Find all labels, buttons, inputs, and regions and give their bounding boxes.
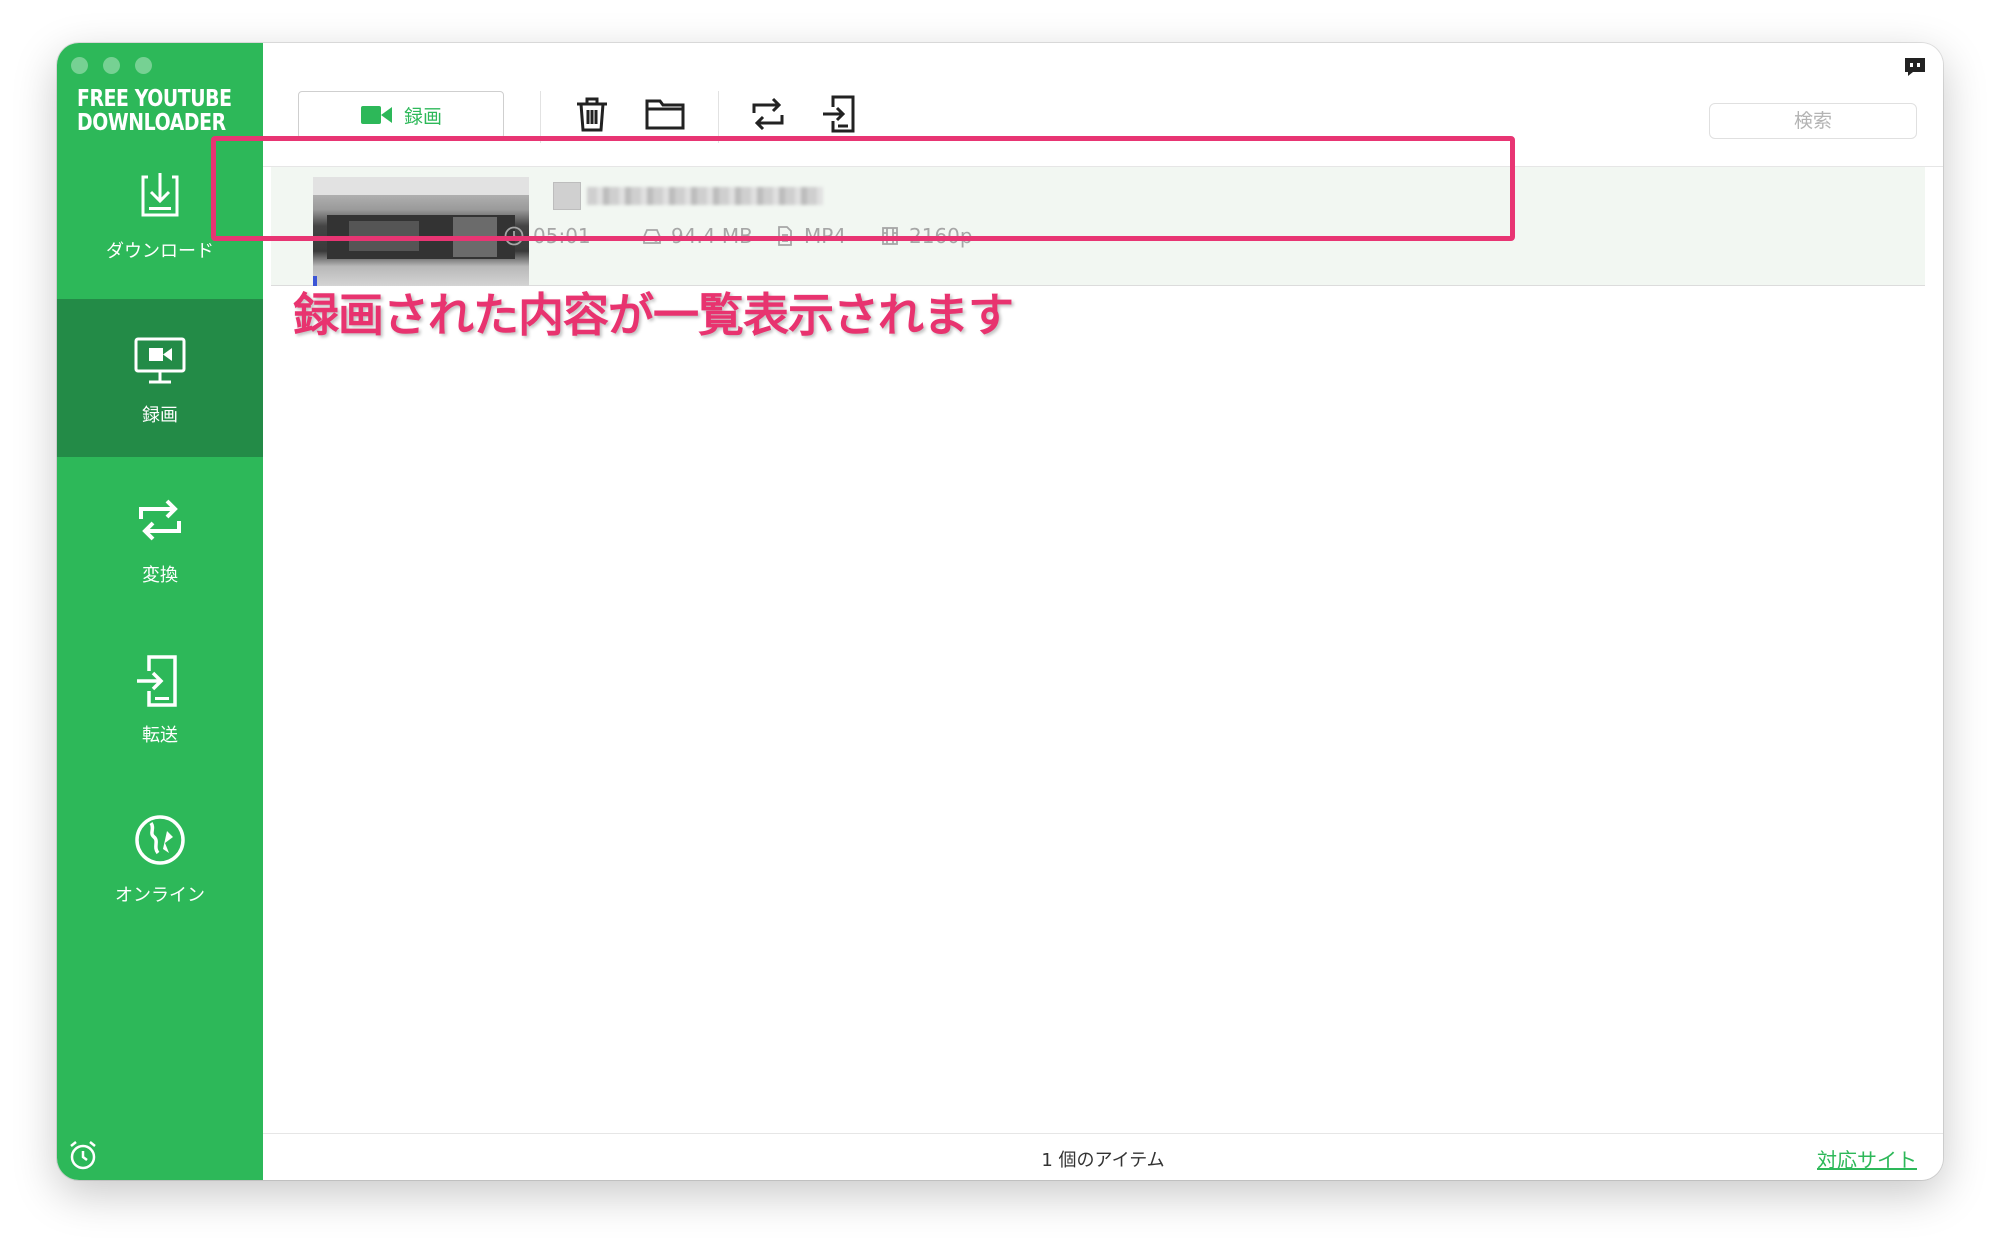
list-item[interactable]: 05:01 94.4 MB MP4 2160p [271,167,1925,286]
sidebar-item-convert[interactable]: 変換 [57,459,263,617]
film-icon [882,227,898,245]
convert-icon [139,499,181,541]
toolbar: 録画 検索 [263,43,1943,167]
transfer-button[interactable] [819,93,861,135]
app-logo: FREE YOUTUBE DOWNLOADER [77,86,232,136]
video-camera-icon [360,106,392,124]
sidebar-item-online[interactable]: オンライン [57,779,263,937]
resolution-value: 2160p [909,224,973,248]
download-icon [141,173,179,217]
logo-line-1: FREE YOUTUBE [77,86,232,112]
duration-value: 05:01 [533,224,591,248]
sidebar-item-label: 録画 [142,405,178,426]
logo-line-2: DOWNLOADER [77,110,226,136]
transfer-icon [823,95,855,133]
format-meta: MP4 [774,224,846,248]
trash-icon [577,97,607,132]
sidebar: FREE YOUTUBE DOWNLOADER ダウンロード 録画 変換 転送 … [57,43,263,1180]
sidebar-item-label: ダウンロード [106,241,214,262]
search-input[interactable]: 検索 [1709,103,1917,139]
file-icon [778,226,792,246]
screen-record-icon [134,337,186,384]
convert-icon [752,97,784,131]
sidebar-item-download[interactable]: ダウンロード [57,135,263,293]
delete-button[interactable] [571,93,613,135]
clock-icon [504,226,524,246]
sidebar-item-label: オンライン [115,885,205,906]
resolution-meta: 2160p [879,224,973,248]
zoom-window-button[interactable] [135,57,152,74]
alarm-clock-icon[interactable] [66,1138,100,1172]
record-button-label: 録画 [403,105,442,128]
item-count: 1 個のアイテム [1041,1150,1165,1171]
folder-icon [645,99,685,130]
open-folder-button[interactable] [644,93,686,135]
minimize-window-button[interactable] [103,57,120,74]
convert-button[interactable] [747,93,789,135]
size-meta: 94.4 MB [641,224,753,248]
online-globe-icon [135,815,185,865]
feedback-icon[interactable] [1903,55,1927,79]
format-value: MP4 [804,224,847,248]
close-window-button[interactable] [71,57,88,74]
video-title-blurred [553,181,823,211]
hard-drive-icon [643,229,661,244]
sidebar-item-label: 転送 [142,725,178,746]
duration-meta: 05:01 [503,224,591,248]
toolbar-divider [718,91,719,143]
sidebar-item-record[interactable]: 録画 [57,299,263,457]
app-window: FREE YOUTUBE DOWNLOADER ダウンロード 録画 変換 転送 … [57,43,1943,1180]
record-button[interactable]: 録画 [298,91,504,139]
size-value: 94.4 MB [671,224,753,248]
status-bar: 1 個のアイテム 対応サイト [263,1133,1943,1180]
sidebar-item-label: 変換 [142,565,178,586]
toolbar-divider [540,91,541,143]
sidebar-item-transfer[interactable]: 転送 [57,619,263,777]
annotation-caption: 録画された内容が一覧表示されます [293,288,1014,342]
window-controls [71,57,152,74]
supported-sites-link[interactable]: 対応サイト [1817,1144,1917,1173]
video-thumbnail [313,177,529,286]
transfer-icon [137,655,177,707]
